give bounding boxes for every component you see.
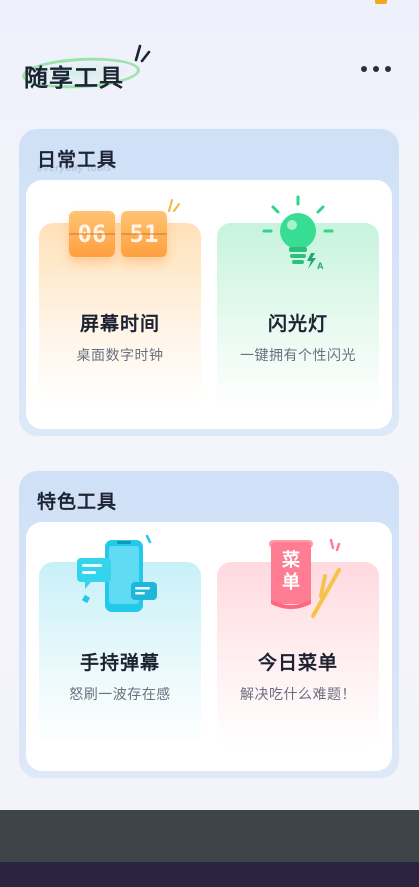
- handheld-danmaku-card[interactable]: 手持弹幕 怒刷一波存在感: [39, 534, 201, 748]
- card-description: 怒刷一波存在感: [69, 687, 171, 703]
- menu-badge-line1: 菜: [282, 550, 300, 571]
- menu-badge-text: 菜 单: [271, 550, 311, 594]
- more-options-button[interactable]: [361, 62, 391, 76]
- lightbulb-icon: A: [262, 195, 334, 271]
- section-subtitle: everyday tools: [37, 163, 111, 174]
- today-menu-card[interactable]: 菜 单 今日菜单 解决吃什么难题！: [217, 538, 379, 748]
- screen-time-card[interactable]: 06 51 屏幕时间 桌面数字时钟: [39, 199, 201, 409]
- card-title: 闪光灯: [267, 313, 328, 335]
- card-description: 解决吃什么难题！: [240, 687, 356, 703]
- spark-icon: [168, 199, 180, 212]
- clock-hour-tile: 06: [69, 211, 115, 257]
- section-content: 手持弹幕 怒刷一波存在感 菜 单 今日菜单 解决吃什么难题！: [26, 522, 392, 771]
- menu-badge-line2: 单: [282, 572, 300, 593]
- card-description: 一键拥有个性闪光: [240, 348, 356, 364]
- page-title: 随享工具: [24, 64, 124, 92]
- section-title: 特色工具: [37, 491, 118, 513]
- section-content: 06 51 屏幕时间 桌面数字时钟 A 闪光灯 一键拥有个性闪光: [26, 180, 392, 429]
- clock-minute-tile: 51: [121, 211, 167, 257]
- bottom-bar: [0, 810, 419, 862]
- status-indicator: [375, 0, 387, 4]
- svg-text:A: A: [317, 261, 324, 271]
- card-title: 手持弹幕: [79, 652, 160, 674]
- card-title: 屏幕时间: [79, 313, 160, 335]
- more-dots-icon: [361, 66, 367, 72]
- card-description: 桌面数字时钟: [76, 348, 164, 364]
- section-daily-tools: 日常工具 everyday tools 06 51 屏幕时间 桌面数字时钟 A …: [19, 129, 399, 436]
- spark-icon: [134, 44, 151, 63]
- phone-danmaku-icon: [77, 534, 157, 612]
- flashlight-card[interactable]: A 闪光灯 一键拥有个性闪光: [217, 195, 379, 409]
- flip-clock-icon: 06 51: [69, 199, 180, 271]
- section-featured-tools: 特色工具 手持弹幕 怒刷一波存在感 菜 单 今日菜单 解决吃什么难题！: [19, 471, 399, 778]
- app-header: 随享工具: [20, 40, 399, 100]
- menu-scroll-icon: 菜 单: [261, 534, 351, 624]
- card-title: 今日菜单: [257, 652, 338, 674]
- app-title-logo: 随享工具: [20, 44, 151, 94]
- system-nav-strip: [0, 862, 419, 887]
